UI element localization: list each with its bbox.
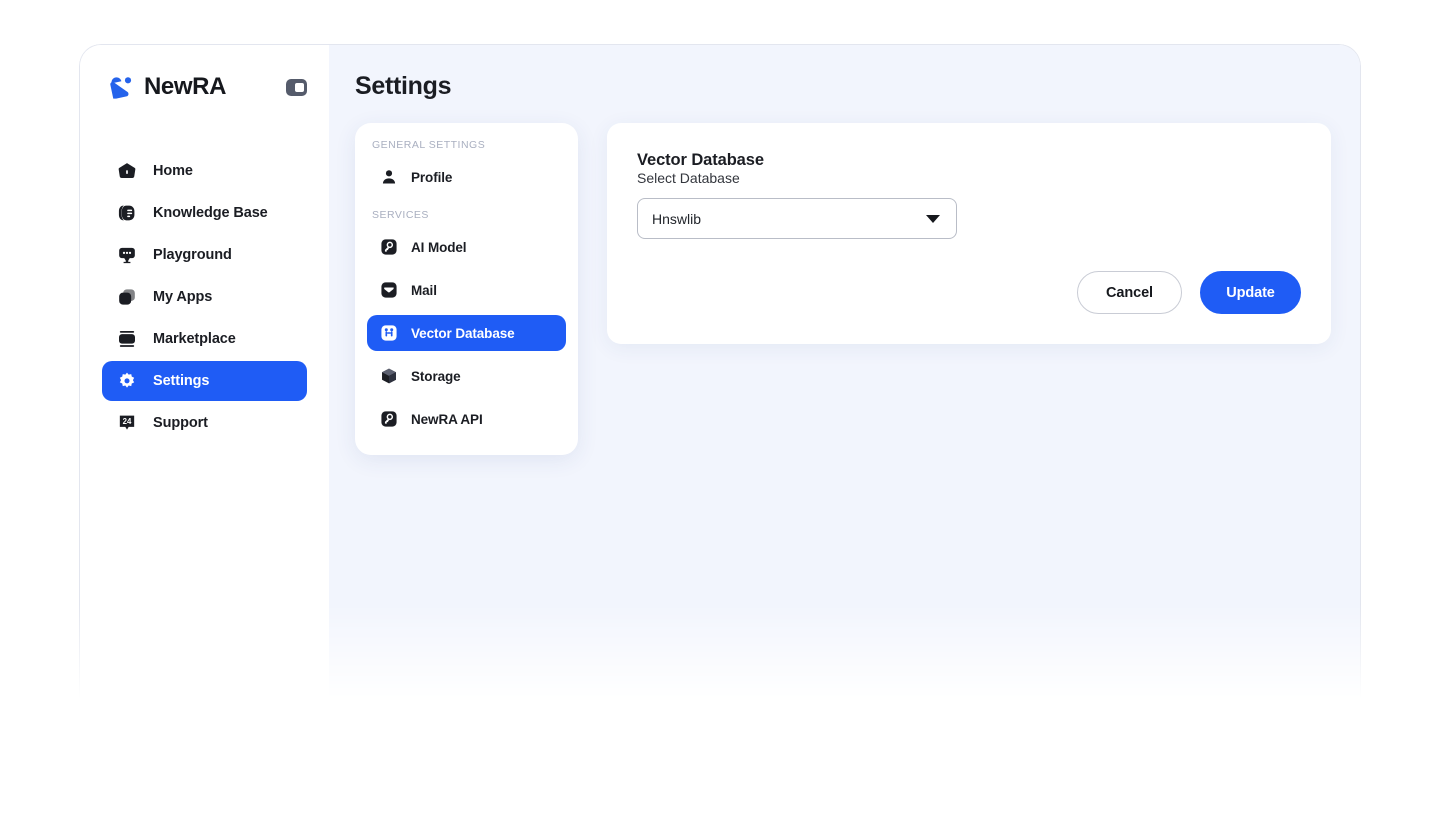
settings-menu-item-label: Profile [411, 169, 453, 185]
panel-actions: Cancel Update [637, 271, 1301, 314]
sidebar-nav: Home Knowledge Base Playground My Apps M… [102, 151, 307, 443]
settings-menu-item-label: Mail [411, 282, 437, 298]
marketplace-icon [116, 329, 137, 350]
settings-menu-item-label: Vector Database [411, 325, 515, 341]
main-content-area: Settings GENERAL SETTINGS Profile SERVIC… [329, 45, 1360, 704]
storage-cube-icon [379, 367, 398, 386]
sidebar-item-label: My Apps [153, 289, 213, 305]
knowledge-base-icon [116, 203, 137, 224]
cancel-button[interactable]: Cancel [1077, 271, 1182, 314]
settings-menu-item-profile[interactable]: Profile [367, 159, 566, 195]
mail-icon [379, 281, 398, 300]
home-icon [116, 161, 137, 182]
settings-menu-item-label: NewRA API [411, 411, 483, 427]
sidebar-item-label: Marketplace [153, 331, 236, 347]
menu-section-title-general: GENERAL SETTINGS [372, 139, 486, 151]
sidebar-item-knowledge-base[interactable]: Knowledge Base [102, 193, 307, 233]
sidebar-item-home[interactable]: Home [102, 151, 307, 191]
app-window: NewRA Home Knowledge Base Playground My … [79, 44, 1361, 704]
brand-row: NewRA [102, 45, 307, 129]
sidebar-item-label: Knowledge Base [153, 205, 268, 221]
support-24-icon: 24 [116, 413, 137, 434]
database-select-value: Hnswlib [652, 210, 702, 227]
brand-name: NewRA [144, 73, 227, 100]
sidebar-item-label: Support [153, 415, 208, 431]
vector-database-panel: Vector Database Select Database Hnswlib … [607, 123, 1331, 344]
menu-section-title-services: SERVICES [372, 209, 429, 221]
sidebar-item-playground[interactable]: Playground [102, 235, 307, 275]
sidebar-item-my-apps[interactable]: My Apps [102, 277, 307, 317]
settings-menu-item-newra-api[interactable]: NewRA API [367, 401, 566, 437]
sidebar: NewRA Home Knowledge Base Playground My … [80, 45, 329, 704]
api-key-icon [379, 410, 398, 429]
sidebar-item-label: Settings [153, 373, 210, 389]
person-icon [379, 168, 398, 187]
sidebar-item-label: Home [153, 163, 193, 179]
panel-title: Vector Database [637, 151, 764, 169]
settings-submenu-panel: GENERAL SETTINGS Profile SERVICES AI Mod… [355, 123, 578, 455]
database-select[interactable]: Hnswlib [637, 198, 957, 239]
settings-menu-item-ai-model[interactable]: AI Model [367, 229, 566, 265]
chevron-down-icon [926, 214, 940, 223]
vector-database-icon [379, 324, 398, 343]
svg-text:24: 24 [122, 417, 131, 426]
settings-menu-item-storage[interactable]: Storage [367, 358, 566, 394]
settings-menu-item-label: Storage [411, 368, 461, 384]
sidebar-collapse-icon[interactable] [286, 78, 307, 96]
settings-menu-item-vector-database[interactable]: Vector Database [367, 315, 566, 351]
page-title: Settings [355, 72, 452, 100]
sidebar-item-label: Playground [153, 247, 232, 263]
playground-icon [116, 245, 137, 266]
sidebar-item-settings[interactable]: Settings [102, 361, 307, 401]
update-button[interactable]: Update [1200, 271, 1301, 314]
gear-icon [116, 371, 137, 392]
settings-menu-item-mail[interactable]: Mail [367, 272, 566, 308]
settings-menu-item-label: AI Model [411, 239, 467, 255]
my-apps-icon [116, 287, 137, 308]
sidebar-item-marketplace[interactable]: Marketplace [102, 319, 307, 359]
ai-model-key-icon [379, 238, 398, 257]
newra-logo-icon [108, 74, 134, 100]
select-database-label: Select Database [637, 170, 740, 186]
sidebar-item-support[interactable]: 24 Support [102, 403, 307, 443]
